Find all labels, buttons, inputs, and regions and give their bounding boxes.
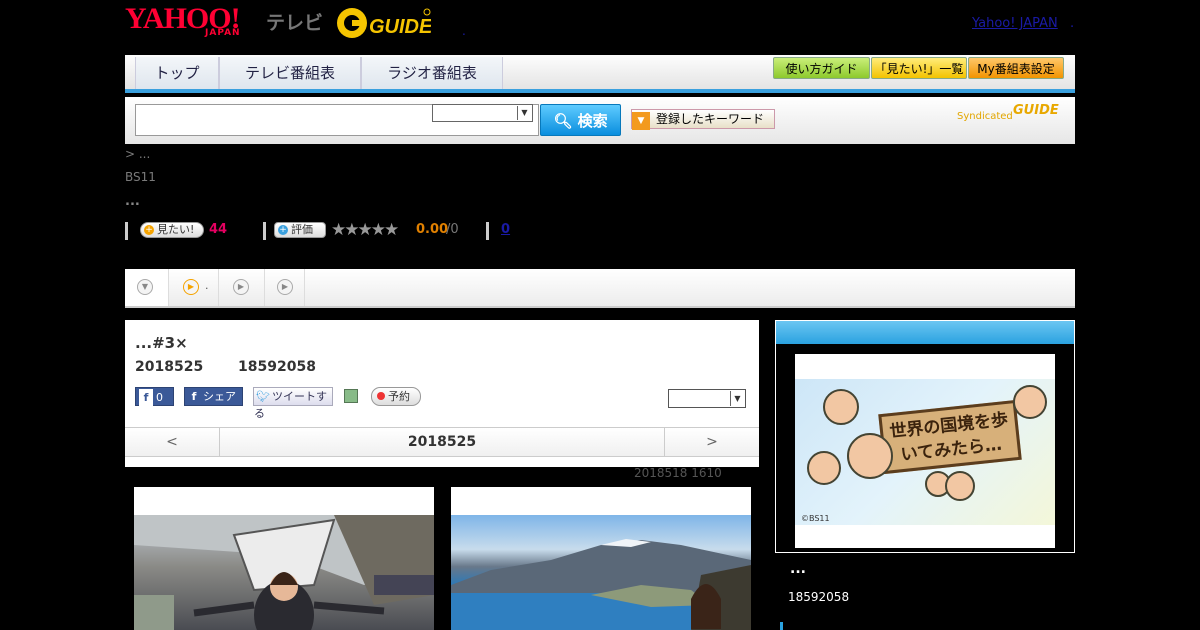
divider bbox=[125, 222, 128, 240]
yahoo-japan-link[interactable]: Yahoo! JAPAN bbox=[972, 16, 1058, 31]
facebook-like-count: 0 bbox=[156, 391, 163, 404]
episode-date: 2018525 bbox=[135, 359, 204, 375]
search-category-select[interactable]: ▼ bbox=[432, 104, 533, 122]
play-icon: ▶ bbox=[183, 279, 199, 295]
want-list-button[interactable]: 「見たい!」一覧 bbox=[871, 57, 967, 79]
search-icon: 🔍︎ bbox=[553, 112, 573, 130]
cast-face-icon bbox=[1013, 385, 1047, 419]
tab-related[interactable]: ▶ bbox=[265, 269, 305, 306]
tab-tv-listings[interactable]: テレビ番組表 bbox=[219, 57, 361, 89]
yahoo-japan-logo-text: JAPAN bbox=[205, 28, 241, 38]
photo-coastal-bay bbox=[451, 515, 751, 630]
syndicated-gguide-logo: GUIDE bbox=[1013, 103, 1059, 118]
side-accent-bar bbox=[780, 622, 783, 630]
facebook-share-label: シェア bbox=[203, 390, 236, 403]
tab-top[interactable]: トップ bbox=[135, 57, 219, 89]
pager-next-button[interactable]: > bbox=[664, 428, 759, 456]
episode-panel: ...#3× 2018525 18592058 f0 f シェア 🐦︎ ツイートする… bbox=[125, 320, 759, 467]
rating-count: /0 bbox=[446, 222, 459, 237]
registered-keywords-label: 登録したキーワード bbox=[656, 112, 765, 126]
chevron-down-icon: ▼ bbox=[517, 106, 531, 120]
main-nav: トップ テレビ番組表 ラジオ番組表 使い方ガイド 「見たい!」一覧 My番組表設… bbox=[125, 55, 1075, 93]
episode-select[interactable]: ▼ bbox=[668, 389, 746, 408]
chevron-down-icon: ▼ bbox=[730, 391, 744, 406]
cast-face-icon bbox=[945, 471, 975, 501]
reserve-button[interactable]: 予約 bbox=[371, 387, 421, 406]
channel-name: BS11 bbox=[125, 170, 156, 184]
header-link-dot: . bbox=[1070, 16, 1075, 31]
want-to-watch-label: 見たい! bbox=[157, 223, 195, 236]
header-dot: . bbox=[462, 24, 466, 38]
side-program-box: 世界の国境を歩いてみたら… ©BS11 bbox=[775, 320, 1075, 553]
gguide-logo[interactable]: GUIDE bbox=[335, 6, 433, 40]
my-listings-settings-button[interactable]: My番組表設定 bbox=[968, 57, 1064, 79]
rating-stars: ★★★★★ bbox=[331, 220, 399, 240]
search-button[interactable]: 🔍︎ 検索 bbox=[540, 104, 621, 136]
episode-pager: < 2018525 > bbox=[125, 427, 759, 457]
twitter-bird-icon: 🐦︎ bbox=[256, 390, 270, 403]
pager-prev-button[interactable]: < bbox=[125, 428, 220, 456]
chevron-down-icon: ▼ bbox=[137, 279, 153, 295]
rate-label: 評価 bbox=[291, 223, 313, 236]
pager-current-date: 2018525 bbox=[407, 434, 477, 450]
cast-face-icon bbox=[847, 433, 893, 479]
tweet-button[interactable]: 🐦︎ ツイートする bbox=[253, 387, 333, 420]
facebook-icon: f bbox=[191, 390, 197, 403]
updated-timestamp: 2018518 1610 bbox=[634, 466, 722, 480]
side-box-header bbox=[776, 321, 1074, 344]
want-to-watch-button[interactable]: + 見たい! bbox=[140, 222, 204, 238]
tab-info[interactable]: ▼ bbox=[125, 269, 169, 306]
program-title: ... bbox=[125, 194, 140, 209]
triangle-down-icon: ▼ bbox=[632, 112, 650, 130]
title-board: 世界の国境を歩いてみたら… bbox=[878, 399, 1022, 475]
facebook-share-button[interactable]: f シェア bbox=[184, 387, 243, 406]
episode-time: 18592058 bbox=[238, 359, 316, 375]
facebook-icon: f bbox=[139, 389, 153, 406]
registered-keywords-button[interactable]: ▼ 登録したキーワード bbox=[631, 109, 775, 130]
episode-photo[interactable] bbox=[451, 487, 751, 630]
program-key-visual-art: 世界の国境を歩いてみたら… ©BS11 bbox=[795, 379, 1055, 525]
tv-logo-text[interactable]: テレビ bbox=[266, 8, 323, 35]
program-tabs: ▼ ▶ . ▶ ▶ bbox=[125, 269, 1075, 308]
comment-count-link[interactable]: 0 bbox=[501, 222, 510, 237]
rating-score: 0.00 bbox=[416, 222, 449, 237]
plus-icon: + bbox=[144, 225, 154, 235]
search-bar: ▼ 🔍︎ 検索 ▼ 登録したキーワード Syndicated GUIDE bbox=[125, 97, 1075, 144]
episode-title: ...#3× bbox=[135, 334, 188, 352]
breadcrumb[interactable]: > ... bbox=[125, 147, 150, 161]
tab-radio-listings[interactable]: ラジオ番組表 bbox=[361, 57, 503, 89]
cast-face-icon bbox=[823, 389, 859, 425]
svg-text:GUIDE: GUIDE bbox=[369, 16, 431, 38]
divider bbox=[263, 222, 266, 240]
search-button-label: 検索 bbox=[577, 112, 608, 130]
copyright-text: ©BS11 bbox=[801, 514, 830, 523]
syndicated-label: Syndicated bbox=[957, 111, 1013, 122]
tab-video[interactable]: ▶ bbox=[219, 269, 265, 306]
bookmark-icon[interactable] bbox=[344, 389, 358, 403]
divider bbox=[486, 222, 489, 240]
play-icon: ▶ bbox=[277, 279, 293, 295]
record-dot-icon bbox=[377, 392, 385, 400]
program-key-visual[interactable]: 世界の国境を歩いてみたら… ©BS11 bbox=[795, 354, 1055, 548]
play-icon: ▶ bbox=[233, 279, 249, 295]
side-program-title: ... bbox=[790, 561, 806, 577]
cast-face-icon bbox=[807, 451, 841, 485]
episode-photo[interactable] bbox=[134, 487, 434, 630]
reserve-label: 予約 bbox=[388, 390, 410, 403]
tab-episodes[interactable]: ▶ . bbox=[169, 269, 219, 306]
rate-button[interactable]: + 評価 bbox=[274, 222, 326, 238]
tab-episodes-label: . bbox=[205, 279, 209, 292]
plus-icon: + bbox=[278, 225, 288, 235]
facebook-like-button[interactable]: f0 bbox=[135, 387, 174, 406]
want-count: 44 bbox=[209, 222, 228, 237]
usage-guide-button[interactable]: 使い方ガイド bbox=[773, 57, 870, 79]
side-program-time: 18592058 bbox=[788, 590, 850, 604]
photo-rock-cliff bbox=[134, 515, 434, 630]
